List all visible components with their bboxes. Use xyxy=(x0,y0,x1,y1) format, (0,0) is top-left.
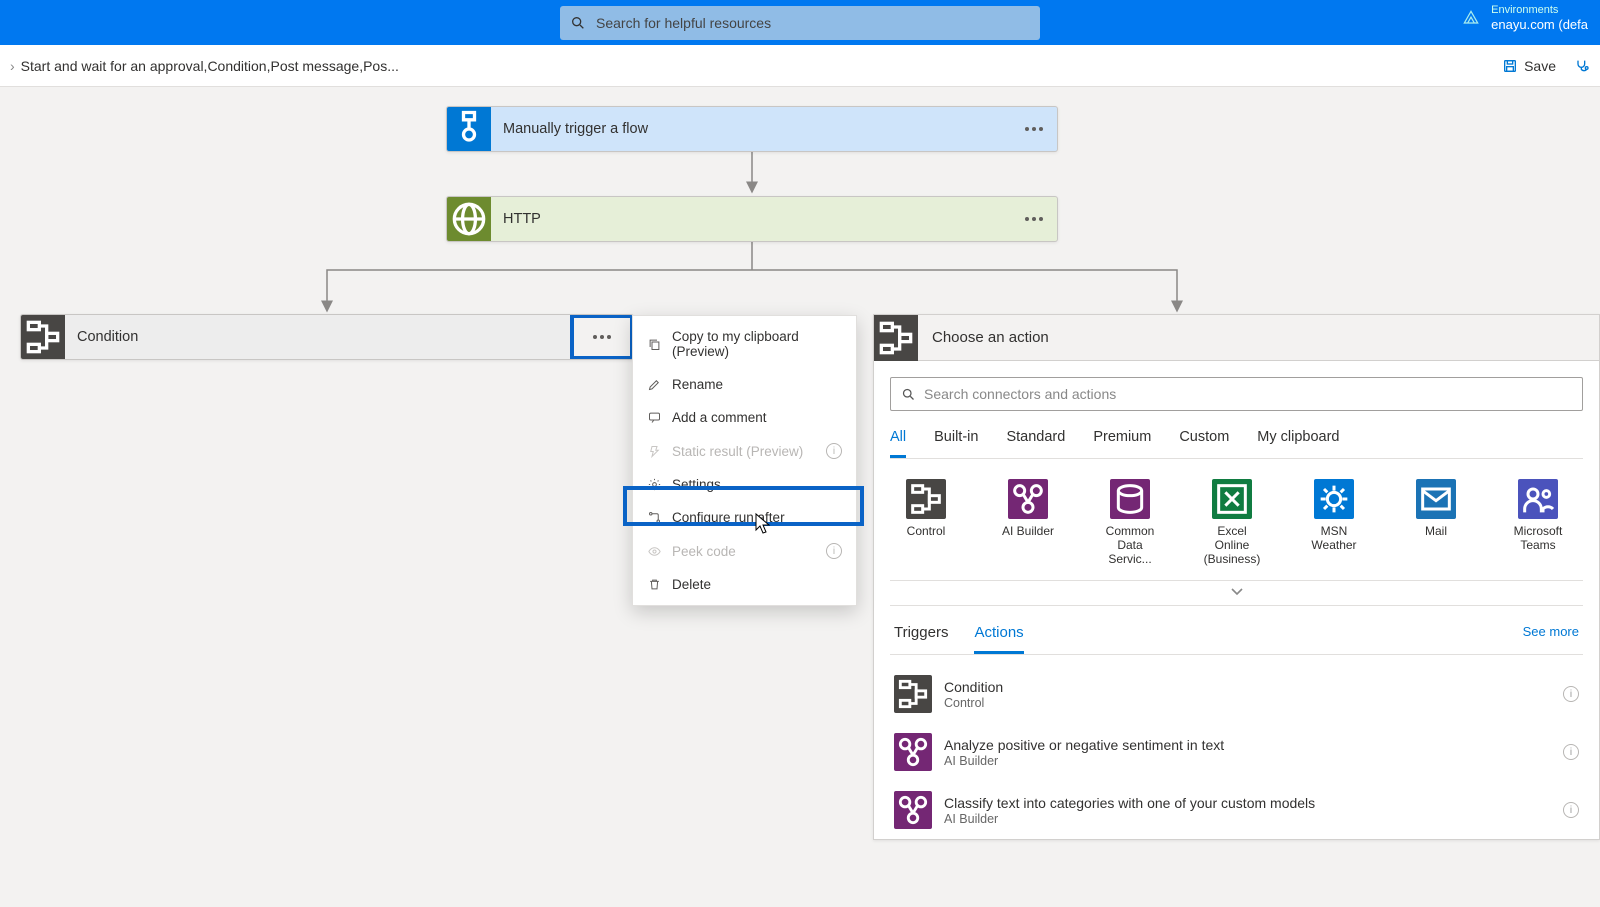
connector-control[interactable]: Control xyxy=(894,479,958,566)
environment-value: enayu.com (defa xyxy=(1491,17,1588,33)
toolbar: › Start and wait for an approval,Conditi… xyxy=(0,45,1600,87)
action-row[interactable]: ConditionControl i xyxy=(890,665,1583,723)
action-row[interactable]: Analyze positive or negative sentiment i… xyxy=(890,723,1583,781)
ctx-static-result: Static result (Preview) i xyxy=(633,434,856,468)
top-bar: Environments enayu.com (defa xyxy=(0,0,1600,45)
subtab-triggers[interactable]: Triggers xyxy=(894,624,948,654)
global-search[interactable] xyxy=(560,6,1040,40)
breadcrumb[interactable]: Start and wait for an approval,Condition… xyxy=(21,58,399,74)
action-list: ConditionControl i Analyze positive or n… xyxy=(890,665,1583,839)
environment-label: Environments xyxy=(1491,4,1588,17)
tab-my-clipboard[interactable]: My clipboard xyxy=(1257,429,1339,458)
tab-built-in[interactable]: Built-in xyxy=(934,429,978,458)
context-menu: Copy to my clipboard (Preview) Rename Ad… xyxy=(632,315,857,606)
connector-grid: Control AI Builder Common Data Servic... Ex… xyxy=(890,479,1583,566)
connector-category-tabs: All Built-in Standard Premium Custom My … xyxy=(890,429,1583,459)
flow-checker-button[interactable] xyxy=(1574,58,1590,74)
breadcrumb-chevron-icon: › xyxy=(10,58,15,74)
save-icon xyxy=(1502,58,1518,74)
tab-all[interactable]: All xyxy=(890,429,906,458)
tab-premium[interactable]: Premium xyxy=(1093,429,1151,458)
action-row[interactable]: Classify text into categories with one o… xyxy=(890,781,1583,839)
trigger-icon xyxy=(447,107,491,151)
trigger-card[interactable]: Manually trigger a flow xyxy=(446,106,1058,152)
condition-card[interactable]: Condition xyxy=(20,314,634,360)
expand-connectors-button[interactable] xyxy=(890,580,1583,606)
connector-msn-weather[interactable]: MSN Weather xyxy=(1302,479,1366,566)
ctx-settings[interactable]: Settings xyxy=(633,468,856,501)
trigger-title: Manually trigger a flow xyxy=(491,107,1011,151)
ctx-configure-run-after[interactable]: Configure run after xyxy=(633,501,856,534)
see-more-link[interactable]: See more xyxy=(1523,624,1579,654)
connector-ai-builder[interactable]: AI Builder xyxy=(996,479,1060,566)
tab-standard[interactable]: Standard xyxy=(1006,429,1065,458)
choose-action-title: Choose an action xyxy=(918,329,1063,346)
connector-mail[interactable]: Mail xyxy=(1404,479,1468,566)
action-search-input[interactable] xyxy=(924,386,1572,402)
trigger-more-button[interactable] xyxy=(1011,107,1057,151)
choose-action-panel: Choose an action All Built-in Standard P… xyxy=(873,314,1600,840)
info-icon[interactable]: i xyxy=(1563,744,1579,760)
choose-action-header: Choose an action xyxy=(874,315,1599,361)
save-button[interactable]: Save xyxy=(1502,58,1556,74)
connector-microsoft-teams[interactable]: Microsoft Teams xyxy=(1506,479,1570,566)
info-icon[interactable]: i xyxy=(1563,802,1579,818)
condition-more-button[interactable] xyxy=(570,314,634,360)
tab-custom[interactable]: Custom xyxy=(1179,429,1229,458)
stethoscope-icon xyxy=(1574,58,1590,74)
ctx-copy[interactable]: Copy to my clipboard (Preview) xyxy=(633,320,856,368)
condition-icon xyxy=(21,315,65,359)
global-search-input[interactable] xyxy=(586,15,1030,31)
action-search[interactable] xyxy=(890,377,1583,411)
choose-action-icon xyxy=(874,315,918,361)
ctx-peek-code: Peek code i xyxy=(633,534,856,568)
search-icon xyxy=(901,387,916,402)
info-icon: i xyxy=(826,443,842,459)
search-icon xyxy=(570,15,586,31)
flow-canvas[interactable]: Manually trigger a flow HTTP Condition C… xyxy=(0,87,1600,900)
environment-icon xyxy=(1461,8,1481,28)
info-icon: i xyxy=(826,543,842,559)
http-more-button[interactable] xyxy=(1011,197,1057,241)
ctx-delete[interactable]: Delete xyxy=(633,568,856,601)
connector-common-data-servic-[interactable]: Common Data Servic... xyxy=(1098,479,1162,566)
connector-excel-online-business-[interactable]: Excel Online (Business) xyxy=(1200,479,1264,566)
condition-title: Condition xyxy=(65,315,570,359)
http-card[interactable]: HTTP xyxy=(446,196,1058,242)
ctx-add-comment[interactable]: Add a comment xyxy=(633,401,856,434)
http-icon xyxy=(447,197,491,241)
ctx-rename[interactable]: Rename xyxy=(633,368,856,401)
info-icon[interactable]: i xyxy=(1563,686,1579,702)
trigger-action-tabs: Triggers Actions See more xyxy=(890,624,1583,655)
chevron-down-icon xyxy=(1230,587,1244,597)
subtab-actions[interactable]: Actions xyxy=(974,624,1023,654)
environment-picker[interactable]: Environments enayu.com (defa xyxy=(1461,4,1588,33)
http-title: HTTP xyxy=(491,197,1011,241)
